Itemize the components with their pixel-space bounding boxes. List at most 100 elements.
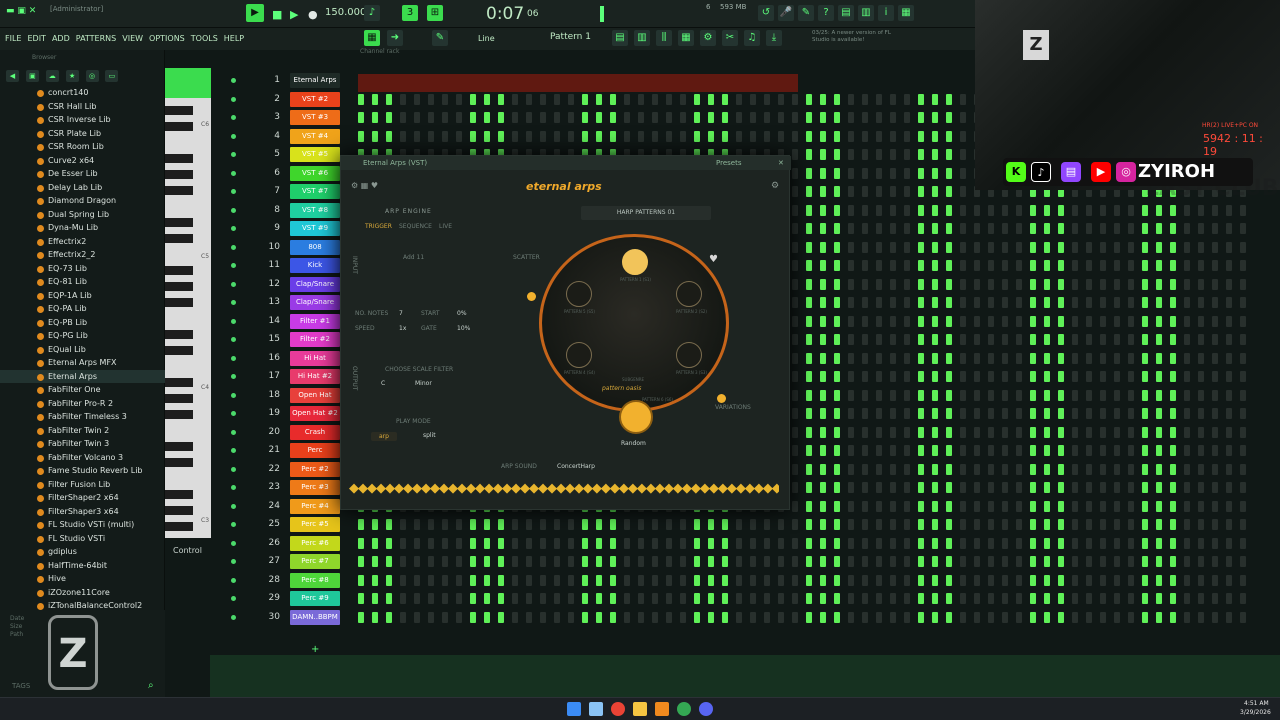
- step-button[interactable]: [1114, 204, 1120, 216]
- channel-mute-led[interactable]: [231, 503, 236, 509]
- time-display[interactable]: 0:07: [486, 4, 524, 24]
- step-button[interactable]: [1198, 204, 1204, 216]
- browser-item[interactable]: HalfTime-64bit: [0, 559, 165, 573]
- step-button[interactable]: [1198, 223, 1204, 234]
- step-button[interactable]: [470, 537, 476, 549]
- step-button[interactable]: [876, 408, 882, 419]
- step-button[interactable]: [1156, 260, 1162, 271]
- step-button[interactable]: [876, 611, 882, 623]
- step-button[interactable]: [1072, 334, 1078, 345]
- step-button[interactable]: [708, 112, 714, 123]
- step-button[interactable]: [1142, 537, 1148, 549]
- browser-item[interactable]: Delay Lab Lib: [0, 181, 165, 195]
- step-button[interactable]: [1142, 315, 1148, 327]
- browser-item[interactable]: FL Studio VSTi: [0, 532, 165, 546]
- step-button[interactable]: [1226, 611, 1232, 623]
- step-button[interactable]: [1226, 204, 1232, 216]
- step-button[interactable]: [1072, 445, 1078, 456]
- step-button[interactable]: [862, 537, 868, 549]
- step-button[interactable]: [1156, 426, 1162, 438]
- step-button[interactable]: [1030, 482, 1036, 493]
- step-button[interactable]: [862, 278, 868, 290]
- tempo-display[interactable]: 150.000: [325, 7, 366, 18]
- step-button[interactable]: [386, 130, 392, 142]
- step-button[interactable]: [834, 204, 840, 216]
- step-button[interactable]: [1114, 445, 1120, 456]
- menu-patterns[interactable]: PATTERNS: [76, 34, 116, 43]
- step-button[interactable]: [876, 519, 882, 530]
- step-button[interactable]: [904, 278, 910, 290]
- step-button[interactable]: [568, 93, 574, 105]
- step-button[interactable]: [974, 389, 980, 401]
- channel-name-button[interactable]: VST #3: [290, 110, 340, 125]
- step-button[interactable]: [1030, 315, 1036, 327]
- step-button[interactable]: [582, 593, 588, 604]
- step-button[interactable]: [1198, 241, 1204, 253]
- step-button[interactable]: [470, 519, 476, 530]
- speed-value[interactable]: 1x: [399, 325, 406, 332]
- step-button[interactable]: [806, 315, 812, 327]
- step-button[interactable]: [1156, 463, 1162, 475]
- step-button[interactable]: [918, 130, 924, 142]
- step-button[interactable]: [1002, 260, 1008, 271]
- step-button[interactable]: [932, 482, 938, 493]
- step-button[interactable]: [904, 93, 910, 105]
- step-button[interactable]: [806, 186, 812, 197]
- channel-row[interactable]: 19 Open Hat #2: [222, 405, 347, 423]
- piano-black-key[interactable]: [165, 346, 193, 355]
- step-button[interactable]: [1198, 278, 1204, 290]
- step-button[interactable]: [876, 130, 882, 142]
- step-button[interactable]: [834, 500, 840, 512]
- step-button[interactable]: [848, 408, 854, 419]
- scatter-knob[interactable]: [527, 292, 536, 301]
- step-button[interactable]: [638, 519, 644, 530]
- step-button[interactable]: [988, 334, 994, 345]
- arp-sound-select[interactable]: ConcertHarp: [557, 463, 595, 470]
- browser-item[interactable]: concrt140: [0, 86, 165, 100]
- step-button[interactable]: [1198, 519, 1204, 530]
- step-button[interactable]: [820, 593, 826, 604]
- step-button[interactable]: [694, 574, 700, 586]
- plugin-picker-icon[interactable]: ▦: [898, 5, 914, 21]
- browser-item[interactable]: FL Studio VSTi (multi): [0, 518, 165, 532]
- step-button[interactable]: [834, 167, 840, 179]
- step-button[interactable]: [512, 537, 518, 549]
- step-button[interactable]: [610, 537, 616, 549]
- step-button[interactable]: [806, 93, 812, 105]
- step-button[interactable]: [890, 593, 896, 604]
- step-button[interactable]: [834, 482, 840, 493]
- step-button[interactable]: [890, 278, 896, 290]
- step-button[interactable]: [834, 297, 840, 308]
- step-button[interactable]: [876, 537, 882, 549]
- step-button[interactable]: [1016, 574, 1022, 586]
- step-button[interactable]: [904, 334, 910, 345]
- step-button[interactable]: [1198, 334, 1204, 345]
- step-button[interactable]: [1086, 500, 1092, 512]
- piano-black-key[interactable]: [165, 266, 193, 275]
- step-button[interactable]: [554, 519, 560, 530]
- step-button[interactable]: [876, 149, 882, 160]
- browser-item-selected[interactable]: Eternal Arps: [0, 369, 165, 383]
- browser-item[interactable]: FabFilter Pro-R 2: [0, 397, 165, 411]
- plugin-title-bar[interactable]: Eternal Arps (VST) Presets ✕: [341, 156, 791, 170]
- step-button[interactable]: [1156, 611, 1162, 623]
- step-button[interactable]: [652, 93, 658, 105]
- step-button[interactable]: [918, 556, 924, 567]
- step-button[interactable]: [946, 556, 952, 567]
- step-button[interactable]: [680, 519, 686, 530]
- step-button[interactable]: [358, 611, 364, 623]
- step-button[interactable]: [1044, 445, 1050, 456]
- tempo-tap-icon[interactable]: ♫: [744, 30, 760, 46]
- browser-item[interactable]: FilterShaper3 x64: [0, 505, 165, 519]
- step-button[interactable]: [918, 334, 924, 345]
- step-button[interactable]: [358, 574, 364, 586]
- step-button[interactable]: [568, 112, 574, 123]
- step-button[interactable]: [834, 278, 840, 290]
- step-button[interactable]: [1156, 334, 1162, 345]
- step-button[interactable]: [890, 186, 896, 197]
- step-button[interactable]: [1142, 260, 1148, 271]
- step-button[interactable]: [848, 186, 854, 197]
- step-button[interactable]: [1198, 500, 1204, 512]
- step-button[interactable]: [1240, 593, 1246, 604]
- step-button[interactable]: [946, 408, 952, 419]
